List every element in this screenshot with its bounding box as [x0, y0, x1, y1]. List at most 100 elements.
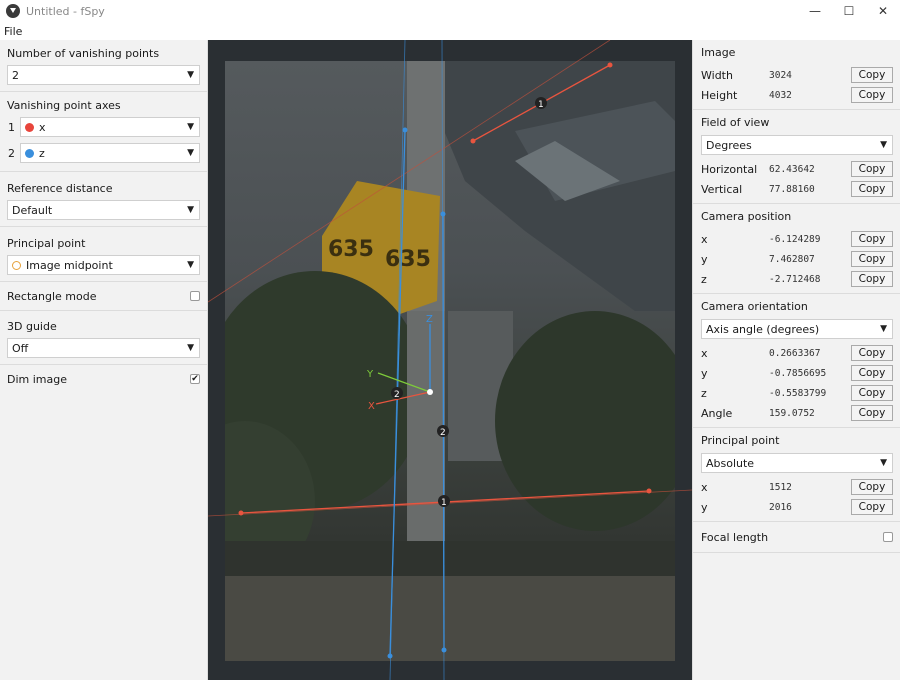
red-dot-icon: [25, 122, 34, 132]
principal-y-row: y 2016 Copy: [701, 497, 893, 517]
fov-unit-select[interactable]: Degrees ▼: [701, 135, 893, 155]
close-button[interactable]: ✕: [866, 0, 900, 22]
y-key: y: [701, 252, 708, 266]
vp1-extension-line: [208, 40, 611, 303]
vp1-handle[interactable]: [646, 488, 652, 494]
guide-section: 3D guide Off ▼: [0, 311, 207, 365]
image-canvas[interactable]: 635 635 Y X Z 1 2 1 2: [208, 40, 692, 680]
chevron-down-icon: ▼: [187, 343, 194, 353]
left-settings-panel: Number of vanishing points 2 ▼ Vanishing…: [0, 40, 208, 680]
vp2-line-a-label: 2: [394, 390, 400, 400]
z-key: z: [701, 386, 707, 400]
vp2-handle[interactable]: [387, 653, 393, 659]
copy-button[interactable]: Copy: [851, 87, 893, 103]
principal-point-mode-value: Absolute: [706, 456, 755, 470]
copy-button[interactable]: Copy: [851, 67, 893, 83]
camera-position-x-row: x -6.124289 Copy: [701, 229, 893, 249]
vp2-handle[interactable]: [402, 127, 408, 133]
vertical-key: Vertical: [701, 182, 743, 196]
focal-length-label: Focal length: [701, 530, 769, 544]
rectangle-mode-label: Rectangle mode: [7, 289, 97, 303]
vp2-axis-value: z: [39, 146, 45, 160]
camera-z-value: -2.712468: [769, 273, 821, 285]
minimize-button[interactable]: —: [798, 0, 832, 22]
vp-axis-number: 2: [8, 146, 15, 160]
vp2-axis-select[interactable]: z ▼: [20, 143, 200, 163]
copy-button[interactable]: Copy: [851, 161, 893, 177]
principal-point-mode-select[interactable]: Absolute ▼: [701, 453, 893, 473]
principal-y-value: 2016: [769, 501, 792, 513]
vp-count-section: Number of vanishing points 2 ▼: [0, 40, 207, 92]
vp1-handle[interactable]: [238, 510, 244, 516]
reference-distance-select[interactable]: Default ▼: [7, 200, 200, 220]
menu-bar: File: [0, 22, 900, 40]
x-axis-line: [375, 391, 431, 405]
fov-section: Field of view Degrees ▼ Horizontal 62.43…: [693, 110, 900, 204]
title-bar: Untitled - fSpy — ☐ ✕: [0, 0, 900, 22]
x-axis-label: X: [368, 401, 375, 412]
chevron-down-icon: ▼: [187, 148, 194, 158]
vp-count-select[interactable]: 2 ▼: [7, 65, 200, 85]
copy-button[interactable]: Copy: [851, 499, 893, 515]
fov-label: Field of view: [701, 116, 770, 129]
camera-position-z-row: z -2.712468 Copy: [701, 269, 893, 289]
app-logo-icon: [6, 4, 20, 18]
dim-image-checkbox[interactable]: ✔: [190, 374, 200, 384]
chevron-down-icon: ▼: [187, 122, 194, 132]
reference-distance-section: Reference distance Default ▼: [0, 172, 207, 227]
vp2-handle[interactable]: [440, 211, 446, 217]
copy-button[interactable]: Copy: [851, 385, 893, 401]
x-key: x: [701, 346, 708, 360]
rectangle-mode-checkbox[interactable]: [190, 291, 200, 301]
height-value: 4032: [769, 89, 792, 101]
focal-length-section: Focal length: [693, 522, 900, 553]
horizontal-key: Horizontal: [701, 162, 758, 176]
vp-axis-number: 1: [8, 120, 15, 134]
vp1-line-a-label: 1: [538, 100, 544, 110]
focal-length-checkbox[interactable]: [883, 532, 893, 542]
right-results-panel: Image Width 3024 Copy Height 4032 Copy F…: [692, 40, 900, 680]
reference-distance-value: Default: [12, 203, 53, 217]
maximize-button[interactable]: ☐: [832, 0, 866, 22]
orientation-angle-row: Angle 159.0752 Copy: [701, 403, 893, 423]
vp1-handle[interactable]: [470, 138, 476, 144]
vp2-handle[interactable]: [441, 647, 447, 653]
image-height-row: Height 4032 Copy: [701, 85, 893, 105]
copy-button[interactable]: Copy: [851, 231, 893, 247]
orientation-mode-select[interactable]: Axis angle (degrees) ▼: [701, 319, 893, 339]
dim-image-label: Dim image: [7, 372, 68, 386]
principal-point-section: Principal point Image midpoint ▼: [0, 227, 207, 282]
orientation-y-row: y -0.7856695 Copy: [701, 363, 893, 383]
copy-button[interactable]: Copy: [851, 271, 893, 287]
principal-point-select[interactable]: Image midpoint ▼: [7, 255, 200, 275]
copy-button[interactable]: Copy: [851, 251, 893, 267]
copy-button[interactable]: Copy: [851, 479, 893, 495]
vp1-extension-line: [208, 489, 692, 517]
camera-orientation-label: Camera orientation: [701, 300, 808, 313]
chevron-down-icon: ▼: [880, 458, 887, 468]
principal-x-row: x 1512 Copy: [701, 477, 893, 497]
z-axis-label: Z: [426, 314, 433, 325]
vp1-axis-select[interactable]: x ▼: [20, 117, 200, 137]
image-section: Image Width 3024 Copy Height 4032 Copy: [693, 40, 900, 110]
vp-axis-row-2: 2 z ▼: [7, 143, 200, 163]
copy-button[interactable]: Copy: [851, 181, 893, 197]
copy-button[interactable]: Copy: [851, 365, 893, 381]
orientation-x-value: 0.2663367: [769, 347, 821, 359]
width-value: 3024: [769, 69, 792, 81]
orientation-y-value: -0.7856695: [769, 367, 827, 379]
principal-point-result-label: Principal point: [701, 434, 780, 447]
window-title: Untitled - fSpy: [26, 4, 105, 18]
copy-button[interactable]: Copy: [851, 405, 893, 421]
origin-handle[interactable]: [427, 389, 433, 395]
chevron-down-icon: ▼: [880, 140, 887, 150]
vp-axes-label: Vanishing point axes: [7, 99, 121, 112]
image-width-row: Width 3024 Copy: [701, 65, 893, 85]
horizontal-value: 62.43642: [769, 163, 815, 175]
vp1-handle[interactable]: [607, 62, 613, 68]
camera-y-value: 7.462807: [769, 253, 815, 265]
guide-select[interactable]: Off ▼: [7, 338, 200, 358]
menu-file[interactable]: File: [0, 25, 26, 38]
copy-button[interactable]: Copy: [851, 345, 893, 361]
camera-position-label: Camera position: [701, 210, 792, 223]
